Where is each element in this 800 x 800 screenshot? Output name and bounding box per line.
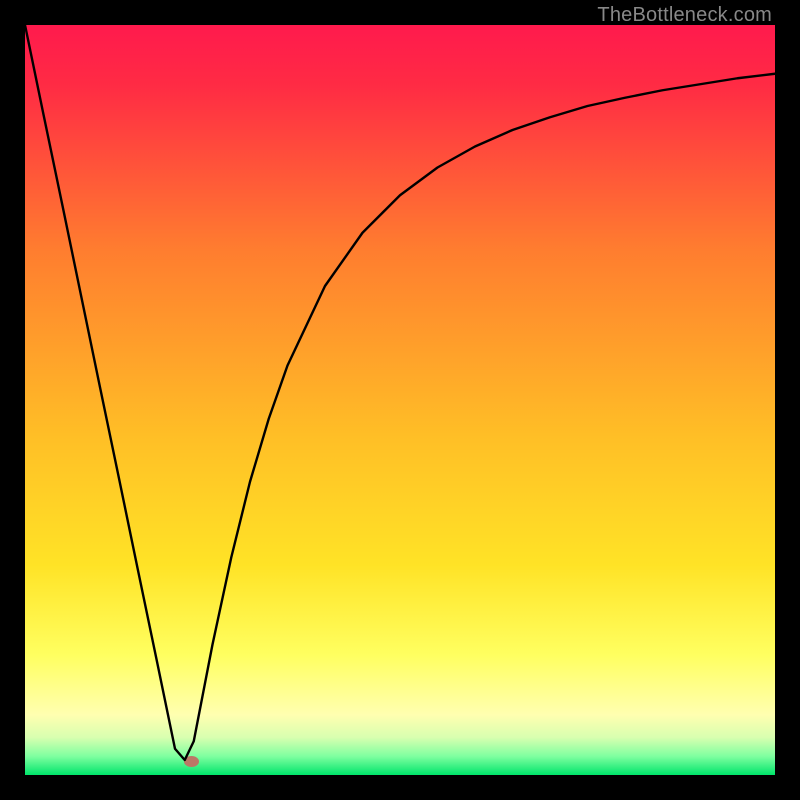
- plot-area: [25, 25, 775, 775]
- watermark-text: TheBottleneck.com: [597, 4, 772, 27]
- heat-gradient: [25, 25, 775, 775]
- operating-point-marker: [184, 756, 199, 767]
